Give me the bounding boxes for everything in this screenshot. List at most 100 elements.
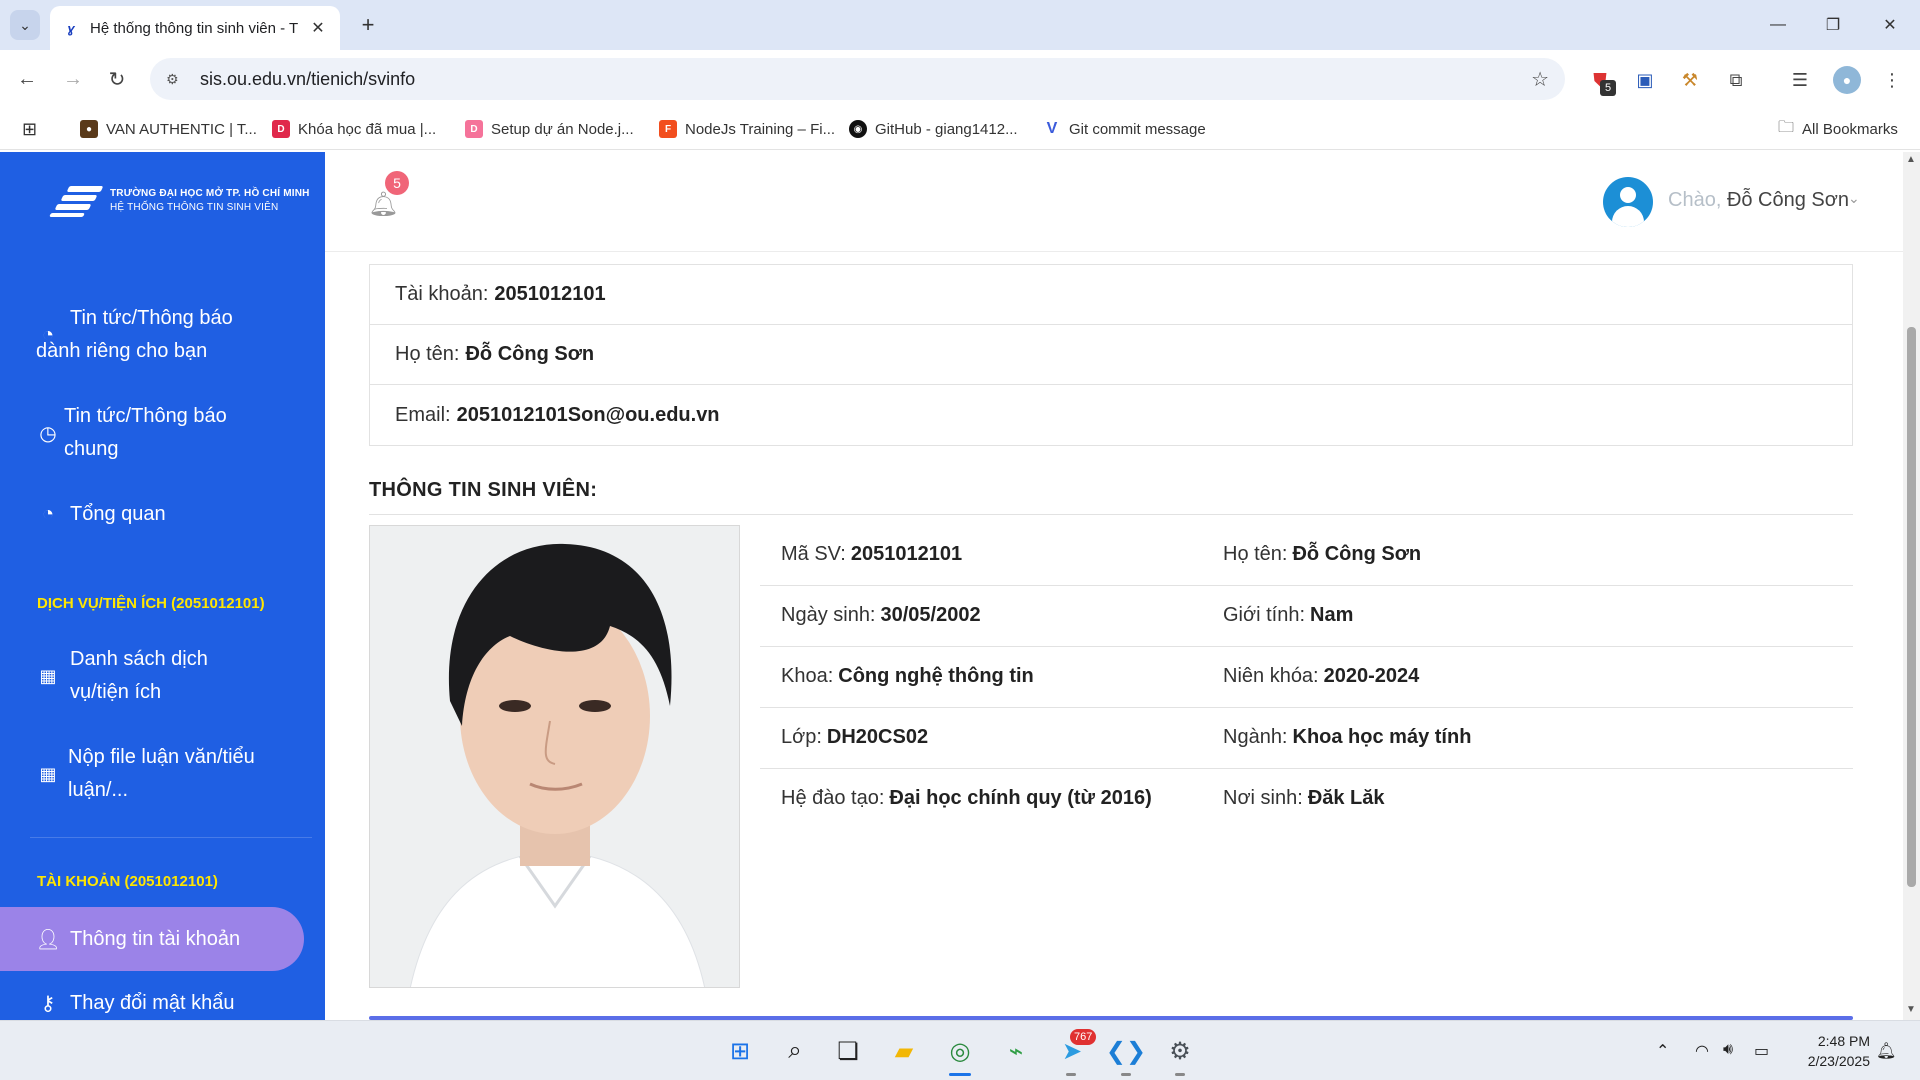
bookmark-item[interactable]: D Setup dự án Node.j... [465,118,634,140]
sidebar-item-label: Nộp file luận văn/tiểu [68,746,255,768]
task-view-icon[interactable]: ❏ [830,1033,866,1069]
menu-kebab-icon[interactable]: ⋮ [1878,66,1906,94]
browser-tab-active[interactable]: ɣ Hệ thống thông tin sinh viên - T ✕ [50,6,340,50]
sidebar-item-thesis-upload[interactable]: ▦ Nộp file luận văn/tiểu luận/... [36,741,255,807]
field-value: 2051012101 [494,283,606,305]
scroll-down-arrow-icon[interactable]: ▼ [1906,1004,1916,1015]
sidebar-item-services-list[interactable]: ▦ Danh sách dịch vụ/tiện ích [36,643,208,709]
info-cell: Nơi sinh: Đăk Lăk [1223,787,1385,810]
running-app-indicator [1121,1073,1131,1076]
sidebar-item-general-news[interactable]: ◷ Tin tức/Thông báo chung [36,400,226,466]
field-value: Đại học chính quy (từ 2016) [889,787,1152,809]
student-info-row: Khoa: Công nghệ thông tin Niên khóa: 2020-… [760,647,1853,708]
bookmark-item[interactable]: D Khóa học đã mua |... [272,118,436,140]
running-app-indicator [1175,1073,1185,1076]
field-label: Giới tính: [1223,604,1306,626]
sidebar-item-label: Danh sách dịch [70,648,208,670]
minimize-button[interactable]: — [1758,10,1798,40]
sidebar-item-personal-news[interactable]: ◔ Tin tức/Thông báo dành riêng cho bạn [36,302,233,368]
browser-toolbar: ← → ↻ ⚙ sis.ou.edu.vn/tienich/svinfo ☆ ⛊… [0,50,1920,108]
info-cell: Niên khóa: 2020-2024 [1223,665,1419,688]
url-text: sis.ou.edu.vn/tienich/svinfo [200,68,416,89]
sidebar-item-label: Tổng quan [70,503,166,525]
battery-icon[interactable]: ▭ [1754,1041,1769,1061]
student-photo [369,525,740,988]
volume-icon[interactable]: 🔊︎ [1723,1041,1733,1059]
sidebar-item-overview[interactable]: ◔ Tổng quan [36,498,166,531]
page-scrollbar[interactable]: ▲ ▼ [1903,152,1920,1020]
media-control-icon[interactable]: ☰ [1786,66,1814,94]
field-value: Đăk Lăk [1307,787,1385,809]
account-row: Email: 2051012101Son@ou.edu.vn [370,385,1852,445]
bookmark-item[interactable]: ● VAN AUTHENTIC | T... [80,118,257,140]
scroll-up-arrow-icon[interactable]: ▲ [1906,154,1916,165]
site-info-icon[interactable]: ⚙ [166,71,186,88]
sidebar-item-label: Tin tức/Thông báo [70,307,233,329]
vscode-icon[interactable]: ❮❯ [1106,1033,1146,1069]
bookmark-item[interactable]: V Git commit message [1043,118,1206,140]
close-tab-icon[interactable]: ✕ [308,18,328,38]
field-label: Email: [395,403,451,426]
notification-bell-icon[interactable]: 🔔︎ [1876,1041,1896,1061]
address-bar[interactable]: ⚙ sis.ou.edu.vn/tienich/svinfo ☆ [150,58,1565,100]
portrait-image [370,526,739,987]
field-value: DH20CS02 [826,726,929,748]
bookmark-label: Git commit message [1069,120,1206,138]
bookmark-item[interactable]: F NodeJs Training – Fi... [659,118,835,140]
system-clock[interactable]: 2:48 PM 2/23/2025 [1790,1031,1870,1071]
bookmark-label: NodeJs Training – Fi... [685,120,836,138]
section-divider [369,514,1853,515]
chevron-up-icon[interactable]: ⌃ [1656,1041,1669,1061]
wifi-icon[interactable]: ◠ [1695,1041,1709,1061]
back-button[interactable]: ← [10,62,44,96]
windows-start-icon[interactable]: ⊞ [722,1033,758,1069]
info-cell: Họ tên: Đỗ Công Sơn [1223,543,1421,566]
restore-button[interactable]: ❐ [1813,10,1853,40]
avatar[interactable] [1603,177,1653,227]
bookmark-favicon-icon: ● [80,120,98,138]
sidebar-item-label-line2: luận/... [68,779,129,801]
scrollbar-thumb[interactable] [1907,327,1916,887]
bookmark-label: VAN AUTHENTIC | T... [106,120,257,138]
pulse-app-icon[interactable]: ⌁ [998,1033,1034,1069]
folder-icon: 🗀 [1778,118,1795,136]
bookmark-star-icon[interactable]: ☆ [1531,67,1549,92]
apps-grid-icon[interactable]: ⊞ [22,118,37,140]
running-app-indicator [1066,1073,1076,1076]
sidebar-item-change-password[interactable]: ⚷ Thay đổi mật khẩu [36,987,235,1020]
telegram-badge: 767 [1070,1029,1097,1045]
student-info-row: Mã SV: 2051012101 Họ tên: Đỗ Công Sơn [760,525,1853,586]
forward-button[interactable]: → [56,62,90,96]
field-label: Lớp: [781,726,822,748]
user-greeting[interactable]: Chào, Đỗ Công Sơn [1668,189,1849,212]
new-tab-button[interactable]: + [353,10,383,40]
field-value: Đỗ Công Sơn [1292,543,1422,565]
file-explorer-icon[interactable]: ▰ [886,1033,922,1069]
search-icon[interactable]: ⌕ [777,1033,813,1069]
sidebar-divider [30,837,312,838]
extension-translate-icon[interactable]: ▣ [1631,66,1659,94]
chrome-icon[interactable]: ◎ [942,1033,978,1069]
extensions-puzzle-icon[interactable]: ⧉ [1722,66,1750,94]
close-window-button[interactable]: ✕ [1870,10,1910,40]
reload-button[interactable]: ↻ [100,62,134,96]
extension-hammer-icon[interactable]: ⚒ [1676,66,1704,94]
tab-search-button[interactable]: ⌄ [10,10,40,40]
sidebar: TRƯỜNG ĐẠI HỌC MỞ TP. HỒ CHÍ MINH HỆ THỐ… [0,152,325,1020]
university-logo[interactable]: TRƯỜNG ĐẠI HỌC MỞ TP. HỒ CHÍ MINH HỆ THỐ… [49,184,310,218]
sidebar-item-account-info[interactable]: 👤︎ Thông tin tài khoản [35,923,240,956]
settings-gear-icon[interactable]: ⚙ [1162,1033,1198,1069]
field-label: Niên khóa: [1223,665,1319,687]
all-bookmarks[interactable]: 🗀 All Bookmarks [1778,118,1898,140]
logo-line-2: HỆ THỐNG THÔNG TIN SINH VIÊN [110,202,279,213]
profile-avatar-icon[interactable]: ● [1833,66,1861,94]
field-value: Công nghệ thông tin [838,665,1034,687]
bookmark-item[interactable]: ◉ GitHub - giang1412... [849,118,1018,140]
chevron-down-icon[interactable]: ⌄ [1848,190,1860,207]
v-logo-icon: V [1046,120,1058,137]
info-cell: Giới tính: Nam [1223,604,1353,627]
windows-taskbar: ⊞ ⌕ ❏ ▰ ◎ ⌁ ➤ 767 ❮❯ ⚙ ⌃ ◠ 🔊︎ ▭ 2:48 PM … [0,1020,1920,1080]
account-row: Họ tên: Đỗ Công Sơn [370,325,1852,385]
field-label: Hệ đào tạo: [781,787,885,809]
sidebar-item-label-line2: dành riêng cho bạn [36,340,208,362]
